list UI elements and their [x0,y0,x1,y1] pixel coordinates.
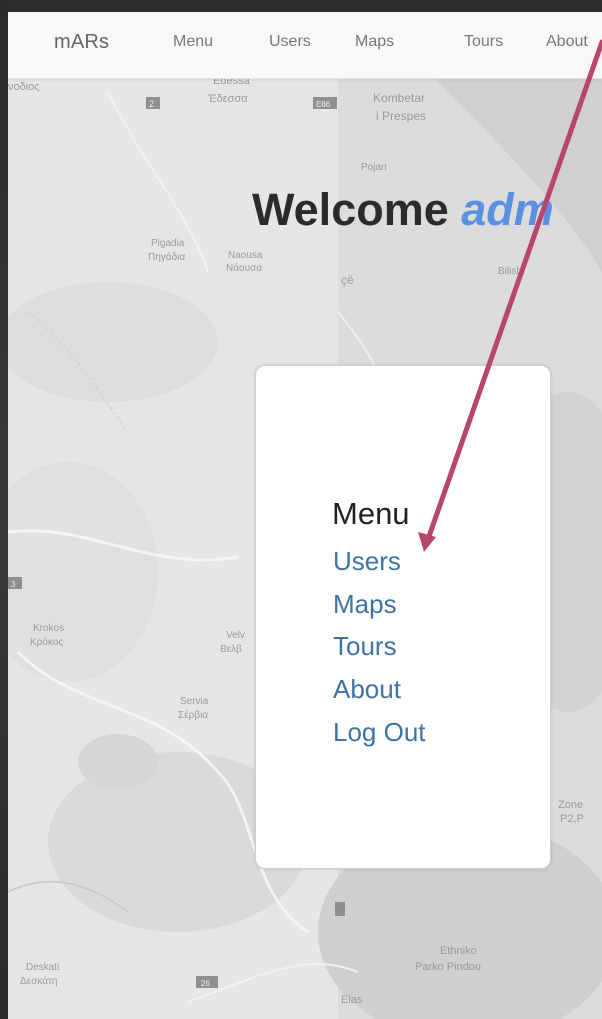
map-label-krokos: Krokos [33,623,64,634]
map-label-kombetar: Kombetar [373,91,425,105]
nav-link-about[interactable]: About [546,33,588,51]
menu-card-heading: Menu [332,496,410,531]
menu-link-users[interactable]: Users [333,546,401,577]
menu-link-tours[interactable]: Tours [333,631,397,662]
map-label-zone: Zone [558,799,583,811]
road-shield-2: 2 [149,99,154,109]
map-label-prespes: i Prespes [376,109,426,123]
menu-card: Menu Users Maps Tours About Log Out [255,365,551,869]
map-label-deskati: Deskati [26,962,59,973]
road-shield-e86: E86 [316,100,331,109]
screenshot-border-top [0,0,602,12]
map-label-velv: Velv [226,630,245,641]
map-label-naousa-gr: Νάουσα [226,262,262,274]
map-label-p2p: P2,P [560,813,584,825]
map-label-edessa-gr: Έδεσσα [207,93,248,105]
welcome-heading: Welcome adm [252,184,554,236]
navbar: mARs Menu Users Maps Tours About [8,12,602,79]
map-label-krokos-gr: Κρόκος [30,636,63,648]
map-label-ce: çë [341,273,354,287]
nav-link-users[interactable]: Users [269,33,311,51]
map-label-pojan: Pojan [361,162,387,173]
map-label-parko-pindou: Parko Pindou [415,961,481,973]
map-label-naousa: Naousa [228,250,263,261]
welcome-username: adm [461,184,554,235]
browser-viewport: 2 E86 26 3 νοδιος Edessa Έδεσσα Kombetar… [8,12,602,1019]
screenshot-frame: 2 E86 26 3 νοδιος Edessa Έδεσσα Kombetar… [0,0,602,1019]
map-label-pigadia: Pigadia [151,238,185,249]
map-label-elas: Elas [341,994,363,1006]
nav-link-maps[interactable]: Maps [355,33,394,51]
road-shield-26: 26 [201,979,210,988]
map-label-pigadia-gr: Πηγάδια [148,251,185,263]
road-shield-3: 3 [11,580,16,589]
map-label-servia: Servia [180,696,209,707]
nav-link-tours[interactable]: Tours [464,33,503,51]
menu-link-maps[interactable]: Maps [333,589,397,620]
navbar-brand[interactable]: mARs [54,31,109,54]
nav-link-menu[interactable]: Menu [173,33,213,51]
map-label-bilisht: Bilisht [498,266,525,277]
map-label-servia-gr: Σέρβια [178,709,208,721]
welcome-prefix: Welcome [252,184,449,235]
menu-link-about[interactable]: About [333,674,401,705]
screenshot-border-left [0,0,8,1019]
map-label-velv-gr: Βελβ [220,644,242,655]
map-label-vodios: νοδιος [8,81,40,93]
map-label-ethniko: Ethniko [440,945,477,957]
map-label-deskati-gr: Δεσκάτη [20,975,57,987]
menu-link-logout[interactable]: Log Out [333,717,426,748]
